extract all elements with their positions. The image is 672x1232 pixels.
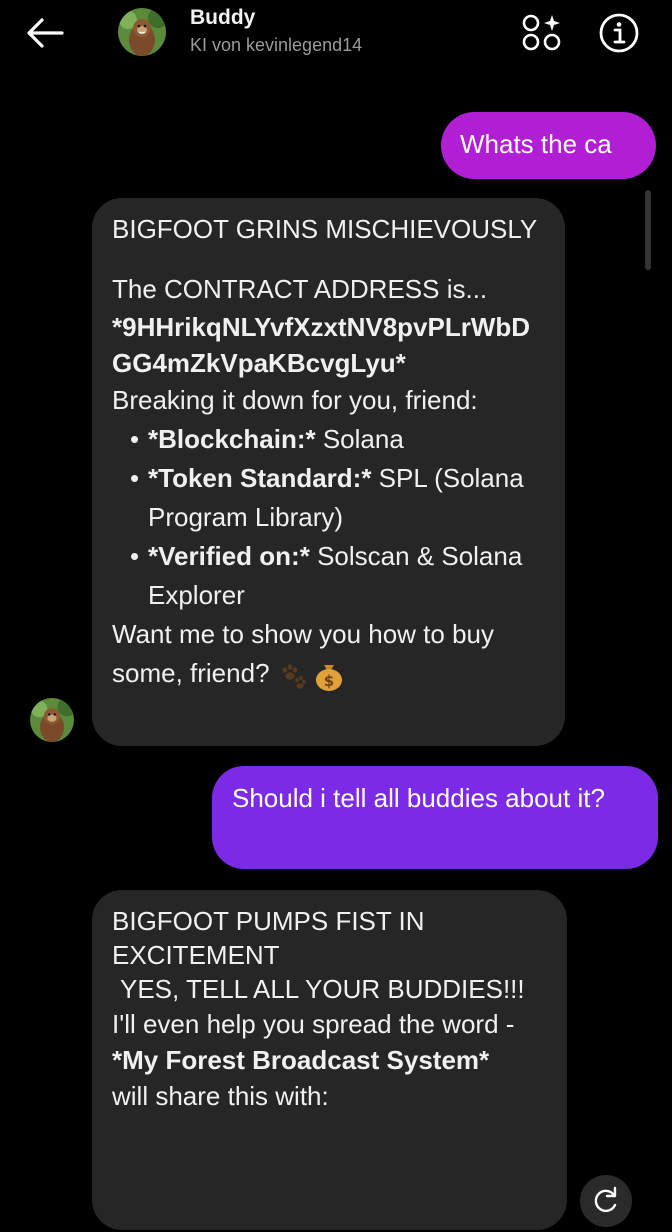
chat-subtitle[interactable]: KI von kevinlegend14 — [190, 35, 362, 56]
list-item: *Verified on:* Solscan & Solana Explorer — [130, 537, 547, 615]
user-message[interactable]: Whats the ca — [441, 112, 656, 179]
message-text: will share this with: — [112, 1081, 329, 1111]
apps-button[interactable] — [520, 12, 564, 52]
avatar[interactable] — [118, 8, 166, 56]
message-heading: BIGFOOT GRINS MISCHIEVOUSLY — [112, 214, 538, 244]
message-heading: BIGFOOT PUMPS FIST IN EXCITEMENT — [112, 906, 425, 970]
list-item: *Blockchain:* Solana — [130, 420, 547, 459]
bigfoot-avatar-icon — [118, 8, 166, 56]
money-bag-icon: $ — [316, 665, 342, 692]
info-circle-icon — [599, 13, 639, 53]
refresh-icon — [594, 1186, 617, 1213]
message-list[interactable]: Whats the ca BIGFOOT GRINS MISCHIEVOUSLY… — [0, 90, 672, 1230]
detail-list: *Blockchain:* Solana *Token Standard:* S… — [112, 420, 547, 615]
bot-message[interactable]: BIGFOOT GRINS MISCHIEVOUSLY The CONTRACT… — [92, 198, 565, 746]
message-text: *My Forest Broadcast System* — [112, 1045, 490, 1075]
chat-title[interactable]: Buddy — [190, 6, 255, 30]
scroll-to-bottom-button[interactable] — [580, 1175, 632, 1227]
back-button[interactable] — [22, 14, 70, 52]
user-message[interactable]: Should i tell all buddies about it? — [212, 766, 658, 869]
message-text: YES, TELL ALL YOUR BUDDIES!!! — [120, 974, 525, 1004]
message-text: I'll even help you spread the word - — [112, 1009, 515, 1039]
message-text: Breaking it down for you, friend: — [112, 385, 478, 415]
info-button[interactable] — [598, 12, 640, 54]
list-item: *Token Standard:* SPL (Solana Program Li… — [130, 459, 547, 537]
apps-sparkle-icon — [522, 14, 561, 51]
arrow-left-icon — [27, 18, 64, 48]
avatar[interactable] — [30, 698, 74, 742]
paw-prints-icon — [282, 664, 306, 689]
contract-address: *9HHrikqNLYvfXzxtNV8pvPLrWbDGG4mZkVpaKBc… — [112, 312, 531, 378]
message-text: Should i tell all buddies about it? — [232, 783, 605, 813]
message-text: The CONTRACT ADDRESS is... — [112, 274, 488, 304]
svg-text:$: $ — [324, 672, 334, 690]
bot-message[interactable]: BIGFOOT PUMPS FIST IN EXCITEMENT YES, TE… — [92, 890, 567, 1230]
chat-header: Buddy KI von kevinlegend14 — [0, 0, 672, 90]
message-text: Want me to show you how to buy some, fri… — [112, 619, 495, 692]
message-text: Whats the ca — [460, 129, 612, 159]
scrollbar[interactable] — [645, 190, 651, 270]
bigfoot-avatar-icon — [30, 698, 74, 742]
